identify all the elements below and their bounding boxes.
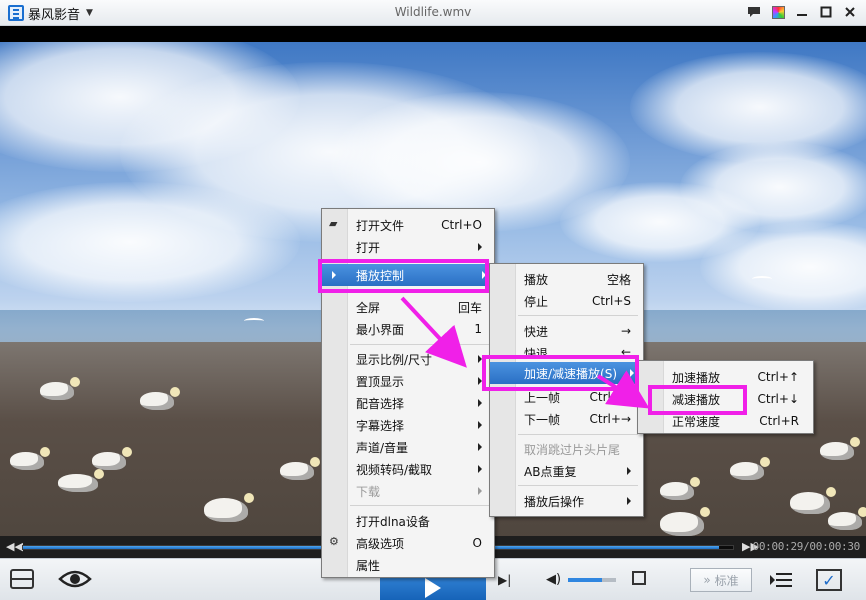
menu-item-next-frame[interactable]: 下一帧 Ctrl+→	[490, 408, 643, 430]
menu-item-playback-control[interactable]: 播放控制	[322, 264, 488, 286]
check-list-icon[interactable]: ✓	[816, 569, 842, 591]
menu-item-open[interactable]: 打开	[322, 236, 494, 258]
gull	[244, 318, 264, 324]
menu-item-dlna[interactable]: 打开dlna设备	[322, 510, 494, 532]
seek-back-icon[interactable]: ◀◀	[6, 540, 23, 553]
skin-icon	[771, 5, 785, 19]
bird	[40, 377, 80, 400]
submenu-arrow-icon	[630, 369, 634, 377]
fullscreen-icon[interactable]	[632, 571, 646, 585]
menu-item-ab-repeat[interactable]: AB点重复	[490, 460, 643, 482]
bird	[204, 493, 254, 522]
video-top-bar	[0, 26, 866, 42]
bird	[730, 457, 770, 480]
menu-item-fullscreen[interactable]: 全屏 回车	[322, 296, 494, 318]
bird	[140, 387, 180, 410]
toolbox-icon[interactable]	[10, 569, 34, 589]
submenu-arrow-icon	[478, 465, 482, 473]
menu-item-rewind[interactable]: 快退 ←	[490, 342, 643, 356]
play-icon	[425, 577, 441, 598]
menu-item-always-on-top[interactable]: 置顶显示	[322, 370, 494, 392]
menu-separator	[350, 291, 490, 292]
menu-item-open-file[interactable]: 打开文件 Ctrl+O	[322, 214, 494, 236]
menu-item-speed-control[interactable]: 加速/减速播放(S)	[490, 362, 638, 384]
standard-mode-button[interactable]: » 标准	[690, 568, 752, 592]
menu-item-speed-up[interactable]: 加速播放 Ctrl+↑	[638, 366, 813, 388]
submenu-arrow-icon	[478, 355, 482, 363]
submenu-arrow-icon	[478, 377, 482, 385]
menu-item-stop[interactable]: 停止 Ctrl+S	[490, 290, 643, 312]
title-bar: 暴风影音 ▼ Wildlife.wmv	[0, 0, 866, 26]
menu-item-mini-mode[interactable]: 最小界面 1	[322, 318, 494, 340]
menu-item-download[interactable]: 下载	[322, 480, 494, 502]
minimize-icon[interactable]	[794, 4, 810, 20]
menu-separator	[518, 434, 638, 435]
bird	[790, 487, 836, 514]
menu-item-subtitles[interactable]: 字幕选择	[322, 414, 494, 436]
menu-item-after-playback[interactable]: 播放后操作	[490, 490, 643, 512]
bird	[10, 447, 50, 470]
menu-separator	[350, 344, 490, 345]
chevron-down-icon: ▼	[86, 8, 93, 18]
bird	[660, 507, 710, 536]
maximize-icon[interactable]	[818, 4, 834, 20]
menu-item-normal-speed[interactable]: 正常速度 Ctrl+R	[638, 410, 813, 432]
app-menu-button[interactable]: 暴风影音 ▼	[8, 4, 93, 23]
film-logo-icon	[8, 5, 24, 21]
menu-separator	[518, 315, 638, 316]
bird	[280, 457, 320, 480]
menu-separator	[518, 485, 638, 486]
submenu-arrow-icon	[478, 487, 482, 495]
close-icon[interactable]	[842, 4, 858, 20]
submenu-arrow-icon	[627, 467, 631, 475]
menu-separator	[350, 505, 490, 506]
menu-item-aspect-ratio[interactable]: 显示比例/尺寸	[322, 348, 494, 370]
submenu-arrow-icon	[478, 443, 482, 451]
submenu-arrow-icon	[478, 243, 482, 251]
menu-item-advanced-options[interactable]: 高级选项 O	[322, 532, 494, 554]
bird	[820, 437, 860, 460]
app-name: 暴风影音	[28, 7, 81, 23]
volume-icon[interactable]: ◀)	[546, 572, 561, 587]
next-icon[interactable]: ▶|	[498, 573, 511, 587]
bird	[660, 477, 700, 500]
message-icon[interactable]	[746, 4, 762, 20]
submenu-arrow-icon	[482, 271, 486, 279]
submenu-arrow-icon	[478, 421, 482, 429]
submenu-arrow-icon	[478, 399, 482, 407]
menu-item-skip-intro[interactable]: 取消跳过片头片尾	[490, 438, 643, 460]
menu-item-audio-track[interactable]: 配音选择	[322, 392, 494, 414]
menu-item-fast-forward[interactable]: 快进 →	[490, 320, 643, 342]
time-display: 00:00:29/00:00:30	[752, 540, 861, 553]
bird	[828, 507, 866, 530]
volume-fill	[568, 578, 602, 582]
double-chevron-icon: »	[703, 573, 711, 587]
menu-item-channel-volume[interactable]: 声道/音量	[322, 436, 494, 458]
menu-item-previous-frame[interactable]: 上一帧 Ctrl+←	[490, 386, 643, 408]
menu-item-slow-down[interactable]: 减速播放 Ctrl+↓	[638, 388, 813, 410]
standard-label: 标准	[714, 573, 739, 588]
menu-item-play[interactable]: 播放 空格	[490, 268, 643, 290]
playlist-icon[interactable]	[770, 571, 792, 589]
bird	[58, 469, 104, 492]
submenu-arrow-icon	[332, 271, 336, 279]
volume-slider[interactable]	[568, 578, 616, 582]
menu-item-transcode[interactable]: 视频转码/截取	[322, 458, 494, 480]
skin-button[interactable]	[770, 4, 786, 20]
bird	[92, 447, 132, 470]
menu-item-properties[interactable]: 属性	[322, 554, 494, 576]
window-title: Wildlife.wmv	[394, 5, 472, 19]
eye-icon[interactable]	[58, 569, 92, 589]
submenu-arrow-icon	[627, 497, 631, 505]
gull	[752, 276, 772, 282]
